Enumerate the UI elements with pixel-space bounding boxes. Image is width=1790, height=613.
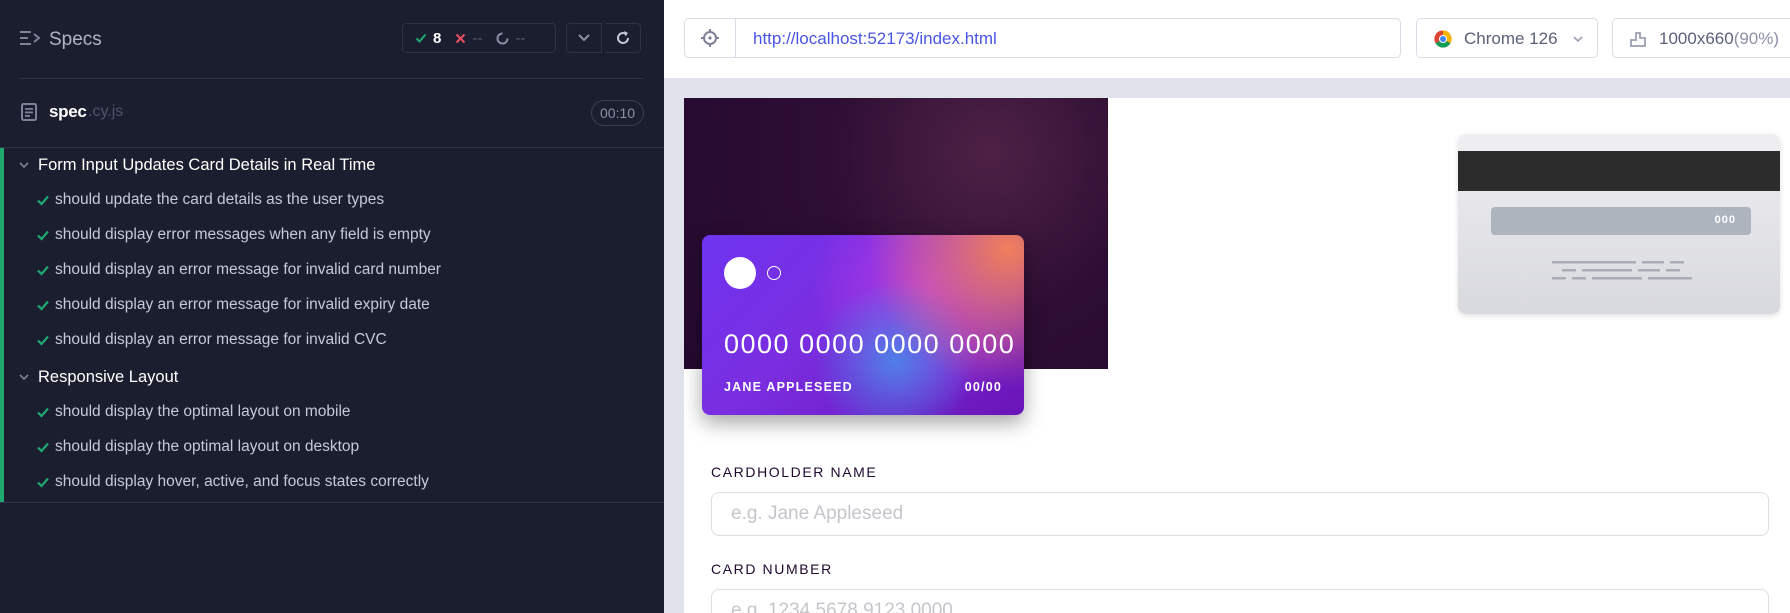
chevron-down-icon bbox=[19, 162, 29, 169]
passed-stat: 8 bbox=[415, 30, 441, 47]
failed-count: -- bbox=[472, 29, 483, 47]
passed-count: 8 bbox=[433, 29, 442, 47]
test-title: should display hover, active, and focus … bbox=[55, 473, 429, 490]
crosshair-icon bbox=[701, 29, 719, 47]
check-icon bbox=[37, 300, 49, 311]
app-under-test-panel: http://localhost:52173/index.html Chrome… bbox=[664, 0, 1790, 613]
viewport-info[interactable]: 1000x660(90%) bbox=[1612, 18, 1790, 58]
aut-gutter bbox=[664, 78, 1790, 98]
header-divider bbox=[19, 78, 644, 79]
check-icon bbox=[37, 335, 49, 346]
check-icon bbox=[37, 195, 49, 206]
spec-file-row[interactable]: spec .cy.js 00:10 bbox=[0, 92, 664, 132]
test-row[interactable]: should display the optimal layout on mob… bbox=[4, 395, 664, 429]
test-title: should update the card details as the us… bbox=[55, 191, 385, 208]
cardholder-name-input[interactable] bbox=[711, 492, 1769, 536]
test-row[interactable]: should display error messages when any f… bbox=[4, 218, 664, 252]
pending-icon bbox=[496, 32, 509, 44]
card-number-input[interactable] bbox=[711, 589, 1769, 613]
suite-title: Form Input Updates Card Details in Real … bbox=[38, 155, 376, 174]
card-back-decoration bbox=[1552, 261, 1692, 280]
magnetic-stripe bbox=[1458, 151, 1780, 191]
spec-file-name: spec bbox=[49, 102, 87, 121]
test-row[interactable]: should display hover, active, and focus … bbox=[4, 465, 664, 499]
reload-icon bbox=[616, 31, 629, 44]
command-log-panel: Specs 8 -- -- spec .cy.js 00:10 Form Inp… bbox=[0, 0, 664, 613]
test-title: should display the optimal layout on mob… bbox=[55, 403, 351, 420]
url-bar[interactable]: http://localhost:52173/index.html bbox=[684, 18, 1401, 58]
aut-url[interactable]: http://localhost:52173/index.html bbox=[753, 29, 997, 49]
rerun-tests-button[interactable] bbox=[605, 23, 641, 53]
test-title: should display the optimal layout on des… bbox=[55, 438, 360, 455]
test-title: should display an error message for inva… bbox=[55, 296, 430, 313]
chevron-down-icon bbox=[1573, 36, 1583, 43]
cardholder-name-label: CARDHOLDER NAME bbox=[711, 464, 878, 480]
chevron-down-icon bbox=[19, 374, 29, 381]
cvc-display: 000 bbox=[1714, 214, 1736, 226]
check-icon bbox=[415, 33, 427, 43]
failed-stat: -- bbox=[455, 30, 482, 47]
test-row[interactable]: should update the card details as the us… bbox=[4, 183, 664, 217]
expiry-display: 00/00 bbox=[964, 380, 1002, 394]
check-icon bbox=[37, 407, 49, 418]
selector-playground-button[interactable] bbox=[685, 19, 736, 57]
browser-selector[interactable]: Chrome 126 bbox=[1416, 18, 1598, 58]
card-number-display: 0000 0000 0000 0000 bbox=[724, 329, 1016, 359]
test-row[interactable]: should display the optimal layout on des… bbox=[4, 430, 664, 464]
specs-title[interactable]: Specs bbox=[49, 29, 102, 51]
test-row[interactable]: should display an error message for inva… bbox=[4, 253, 664, 287]
x-icon bbox=[456, 33, 466, 43]
pending-stat: -- bbox=[496, 30, 525, 47]
check-icon bbox=[37, 442, 49, 453]
spec-duration-badge: 00:10 bbox=[591, 100, 645, 126]
check-icon bbox=[37, 477, 49, 488]
test-title: should display an error message for inva… bbox=[55, 331, 387, 348]
app-iframe: 0000 0000 0000 0000 JANE APPLESEED 00/00… bbox=[684, 98, 1790, 613]
test-stats: 8 -- -- bbox=[402, 23, 556, 53]
collapse-all-button[interactable] bbox=[566, 23, 602, 53]
tests-divider bbox=[0, 502, 664, 503]
suite-row[interactable]: Form Input Updates Card Details in Real … bbox=[4, 148, 664, 182]
reporter-header: Specs 8 -- -- bbox=[0, 0, 664, 78]
aut-header: http://localhost:52173/index.html Chrome… bbox=[664, 0, 1790, 78]
spec-file-ext: .cy.js bbox=[88, 103, 124, 120]
chrome-icon bbox=[1434, 30, 1452, 48]
specs-list-icon[interactable] bbox=[20, 30, 40, 46]
test-title: should display error messages when any f… bbox=[55, 226, 431, 243]
chevron-down-icon bbox=[578, 34, 590, 42]
document-icon bbox=[21, 103, 37, 121]
viewport-zoom: (90%) bbox=[1733, 29, 1780, 48]
tests-list: Form Input Updates Card Details in Real … bbox=[0, 148, 664, 502]
suite-title: Responsive Layout bbox=[38, 367, 179, 386]
viewport-icon bbox=[1630, 32, 1646, 47]
test-row[interactable]: should display an error message for inva… bbox=[4, 323, 664, 357]
test-row[interactable]: should display an error message for inva… bbox=[4, 288, 664, 322]
viewport-size: 1000x660(90%) bbox=[1659, 29, 1779, 49]
card-back: 000 bbox=[1458, 134, 1780, 314]
card-logo-circle bbox=[724, 257, 756, 289]
check-icon bbox=[37, 265, 49, 276]
card-number-label: CARD NUMBER bbox=[711, 561, 833, 577]
card-logo-ring bbox=[767, 266, 781, 280]
signature-strip: 000 bbox=[1491, 207, 1751, 235]
check-icon bbox=[37, 230, 49, 241]
viewport-dimensions: 1000x660 bbox=[1659, 29, 1734, 48]
aut-gutter-left bbox=[664, 98, 684, 613]
cardholder-display: JANE APPLESEED bbox=[724, 380, 853, 394]
suite-row[interactable]: Responsive Layout bbox=[4, 360, 664, 394]
test-title: should display an error message for inva… bbox=[55, 261, 441, 278]
card-front: 0000 0000 0000 0000 JANE APPLESEED 00/00 bbox=[702, 235, 1024, 415]
browser-name: Chrome 126 bbox=[1464, 29, 1558, 48]
pending-count: -- bbox=[515, 29, 526, 47]
